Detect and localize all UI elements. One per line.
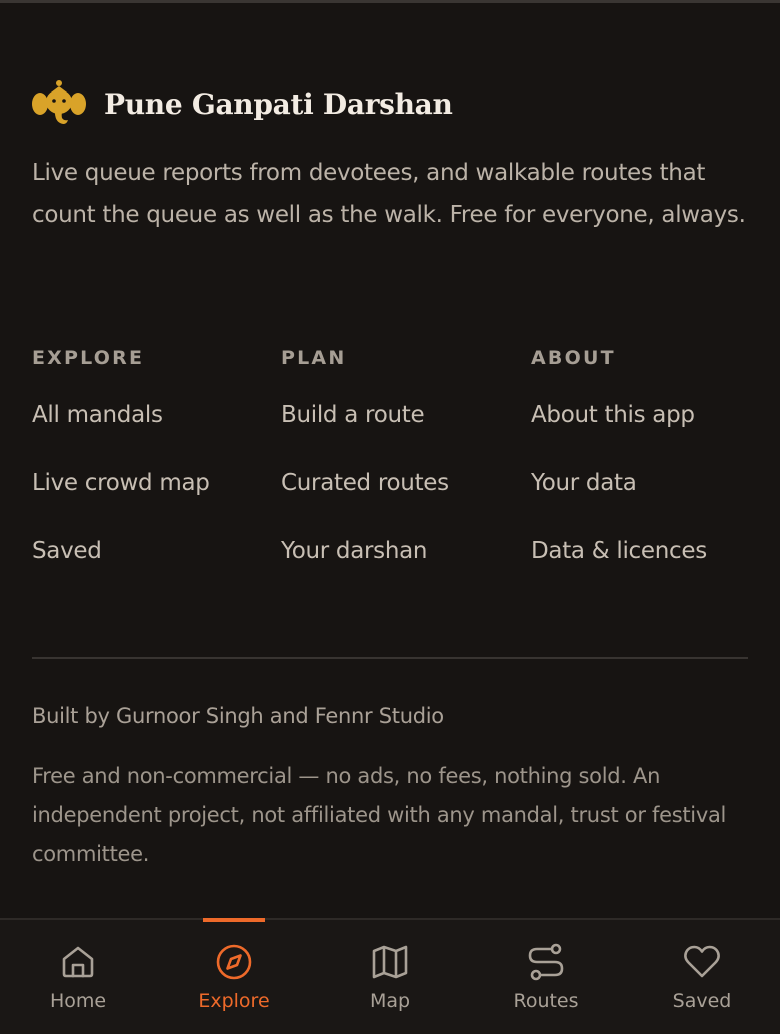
link-list: About this app Your data Data & licences [531,403,771,607]
ganesha-icon [32,80,86,124]
link-text[interactable]: Data & licences [531,538,707,564]
footer-link-about-app[interactable]: About this app [531,403,771,471]
link-text[interactable]: About this app [531,402,695,428]
nav-label: Explore [198,990,270,1012]
app-tagline: Live queue reports from devotees, and wa… [32,160,746,228]
footer-column-about: ABOUT About this app Your data Data & li… [531,336,771,607]
footer-divider [32,657,748,659]
footer-link-all-mandals[interactable]: All mandals [32,403,272,471]
credits-disclaimer: Free and non-commercial — no ads, no fee… [32,764,727,866]
link-text[interactable]: Your data [531,470,637,496]
compass-icon [216,944,252,980]
brand-header: Pune Ganpati Darshan [32,74,453,134]
nav-tab-home[interactable]: Home [0,920,156,1034]
routes-icon [528,943,564,981]
nav-tab-routes[interactable]: Routes [468,920,624,1034]
nav-tab-saved[interactable]: Saved [624,920,780,1034]
bottom-nav: Home Explore Map Routes Saved [0,918,780,1034]
column-heading: EXPLORE [32,347,145,369]
footer-column-plan: PLAN Build a route Curated routes Your d… [281,336,521,607]
column-heading: ABOUT [531,347,616,369]
link-text[interactable]: Saved [32,538,102,564]
link-text[interactable]: All mandals [32,402,163,428]
heart-icon [684,945,720,978]
link-text[interactable]: Build a route [281,402,425,428]
footer-link-saved[interactable]: Saved [32,539,272,607]
nav-label: Map [369,990,411,1012]
credits-built-by: Built by Gurnoor Singh and Fennr Studio [32,704,444,728]
footer-link-your-darshan[interactable]: Your darshan [281,539,521,607]
top-rule [0,0,780,3]
footer-link-your-data[interactable]: Your data [531,471,771,539]
home-icon [62,946,94,978]
link-text[interactable]: Curated routes [281,470,449,496]
nav-label: Routes [513,990,579,1012]
link-text[interactable]: Live crowd map [32,470,210,496]
link-list: All mandals Live crowd map Saved [32,403,272,607]
app-title: Pune Ganpati Darshan [104,87,453,121]
link-list: Build a route Curated routes Your darsha… [281,403,521,607]
map-icon [372,945,408,979]
footer-column-explore: EXPLORE All mandals Live crowd map Saved [32,336,272,607]
footer-link-data-licences[interactable]: Data & licences [531,539,771,607]
nav-label: Home [49,990,107,1012]
column-heading: PLAN [281,347,347,369]
footer-link-build-route[interactable]: Build a route [281,403,521,471]
nav-label: Saved [672,990,732,1012]
link-text[interactable]: Your darshan [281,538,428,564]
nav-tab-explore[interactable]: Explore [156,920,312,1034]
nav-tab-map[interactable]: Map [312,920,468,1034]
footer-link-curated-routes[interactable]: Curated routes [281,471,521,539]
footer-link-live-crowd-map[interactable]: Live crowd map [32,471,272,539]
